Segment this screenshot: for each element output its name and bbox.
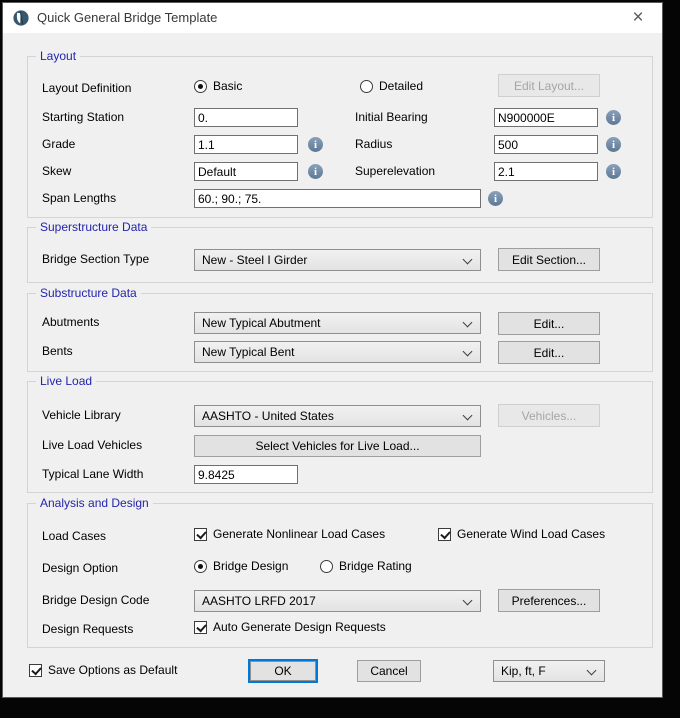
auto-generate-design-requests-label: Auto Generate Design Requests (213, 620, 386, 634)
radius-info-icon[interactable]: i (606, 137, 621, 152)
bridge-section-type-label: Bridge Section Type (42, 250, 149, 269)
abutments-dropdown[interactable]: New Typical Abutment (194, 312, 481, 334)
radius-input[interactable] (494, 135, 598, 154)
span-lengths-label: Span Lengths (42, 189, 116, 208)
checkbox-icon (194, 621, 207, 634)
vehicle-library-label: Vehicle Library (42, 406, 121, 425)
chevron-down-icon (463, 411, 473, 421)
bridge-section-type-dropdown[interactable]: New - Steel I Girder (194, 249, 481, 271)
chevron-down-icon (587, 666, 597, 676)
checkbox-icon (194, 528, 207, 541)
checkbox-icon (438, 528, 451, 541)
edit-layout-button[interactable]: Edit Layout... (498, 74, 600, 97)
chevron-down-icon (463, 596, 473, 606)
radio-circle-icon (194, 80, 207, 93)
close-button[interactable]: × (620, 3, 656, 33)
superelevation-label: Superelevation (355, 162, 435, 181)
starting-station-label: Starting Station (42, 108, 124, 127)
nonlinear-load-cases-checkbox[interactable]: Generate Nonlinear Load Cases (194, 527, 385, 541)
chevron-down-icon (463, 255, 473, 265)
grade-info-icon[interactable]: i (308, 137, 323, 152)
superelevation-info-icon[interactable]: i (606, 164, 621, 179)
grade-label: Grade (42, 135, 75, 154)
span-lengths-info-icon[interactable]: i (488, 191, 503, 206)
skew-input[interactable] (194, 162, 298, 181)
ok-button[interactable]: OK (248, 659, 318, 683)
select-vehicles-button[interactable]: Select Vehicles for Live Load... (194, 435, 481, 457)
group-layout: Layout Layout Definition Basic Detailed … (27, 56, 653, 218)
design-requests-label: Design Requests (42, 620, 133, 639)
units-value: Kip, ft, F (501, 664, 546, 678)
skew-info-icon[interactable]: i (308, 164, 323, 179)
bridge-section-type-value: New - Steel I Girder (202, 253, 307, 267)
wind-load-cases-checkbox[interactable]: Generate Wind Load Cases (438, 527, 605, 541)
window-title: Quick General Bridge Template (37, 3, 217, 33)
vehicles-button[interactable]: Vehicles... (498, 404, 600, 427)
initial-bearing-label: Initial Bearing (355, 108, 428, 127)
auto-generate-design-requests-checkbox[interactable]: Auto Generate Design Requests (194, 620, 386, 634)
close-icon: × (632, 7, 643, 29)
bridge-design-code-label: Bridge Design Code (42, 591, 149, 610)
save-options-default-label: Save Options as Default (48, 663, 177, 677)
bridge-design-code-dropdown[interactable]: AASHTO LRFD 2017 (194, 590, 481, 612)
checkbox-icon (29, 664, 42, 677)
bridge-design-radio[interactable]: Bridge Design (194, 559, 288, 573)
group-analysis-design-title: Analysis and Design (36, 496, 153, 510)
vehicle-library-value: AASHTO - United States (202, 409, 334, 423)
abutments-label: Abutments (42, 313, 99, 332)
superelevation-input[interactable] (494, 162, 598, 181)
edit-section-button[interactable]: Edit Section... (498, 248, 600, 271)
initial-bearing-info-icon[interactable]: i (606, 110, 621, 125)
radio-circle-icon (320, 560, 333, 573)
bridge-rating-radio[interactable]: Bridge Rating (320, 559, 412, 573)
group-layout-title: Layout (36, 49, 80, 63)
span-lengths-input[interactable] (194, 189, 481, 208)
radio-circle-icon (360, 80, 373, 93)
live-load-vehicles-label: Live Load Vehicles (42, 436, 142, 455)
starting-station-input[interactable] (194, 108, 298, 127)
group-superstructure: Superstructure Data Bridge Section Type … (27, 227, 653, 283)
design-option-label: Design Option (42, 559, 118, 578)
grade-input[interactable] (194, 135, 298, 154)
units-dropdown[interactable]: Kip, ft, F (493, 660, 605, 682)
bridge-rating-radio-label: Bridge Rating (339, 559, 412, 573)
nonlinear-load-cases-label: Generate Nonlinear Load Cases (213, 527, 385, 541)
cancel-button[interactable]: Cancel (357, 660, 421, 682)
group-live-load: Live Load Vehicle Library AASHTO - Unite… (27, 381, 653, 493)
preferences-button[interactable]: Preferences... (498, 589, 600, 612)
initial-bearing-input[interactable] (494, 108, 598, 127)
bents-dropdown[interactable]: New Typical Bent (194, 341, 481, 363)
chevron-down-icon (463, 347, 473, 357)
abutments-edit-button[interactable]: Edit... (498, 312, 600, 335)
group-superstructure-title: Superstructure Data (36, 220, 151, 234)
vehicle-library-dropdown[interactable]: AASHTO - United States (194, 405, 481, 427)
group-substructure-title: Substructure Data (36, 286, 141, 300)
bents-edit-button[interactable]: Edit... (498, 341, 600, 364)
radio-circle-icon (194, 560, 207, 573)
bents-value: New Typical Bent (202, 345, 295, 359)
radius-label: Radius (355, 135, 392, 154)
bents-label: Bents (42, 342, 73, 361)
basic-radio[interactable]: Basic (194, 79, 242, 93)
titlebar: Quick General Bridge Template × (3, 3, 662, 33)
load-cases-label: Load Cases (42, 527, 106, 546)
app-logo-icon (13, 10, 29, 26)
chevron-down-icon (463, 318, 473, 328)
bridge-design-radio-label: Bridge Design (213, 559, 288, 573)
layout-definition-label: Layout Definition (42, 79, 131, 98)
detailed-radio[interactable]: Detailed (360, 79, 423, 93)
skew-label: Skew (42, 162, 71, 181)
wind-load-cases-label: Generate Wind Load Cases (457, 527, 605, 541)
dialog-window: Quick General Bridge Template × Layout L… (2, 2, 663, 698)
detailed-radio-label: Detailed (379, 79, 423, 93)
group-live-load-title: Live Load (36, 374, 96, 388)
group-substructure: Substructure Data Abutments New Typical … (27, 293, 653, 372)
bridge-design-code-value: AASHTO LRFD 2017 (202, 594, 316, 608)
typical-lane-width-input[interactable] (194, 465, 298, 484)
typical-lane-width-label: Typical Lane Width (42, 465, 143, 484)
group-analysis-design: Analysis and Design Load Cases Generate … (27, 503, 653, 648)
abutments-value: New Typical Abutment (202, 316, 321, 330)
basic-radio-label: Basic (213, 79, 242, 93)
save-options-default-checkbox[interactable]: Save Options as Default (29, 663, 177, 677)
